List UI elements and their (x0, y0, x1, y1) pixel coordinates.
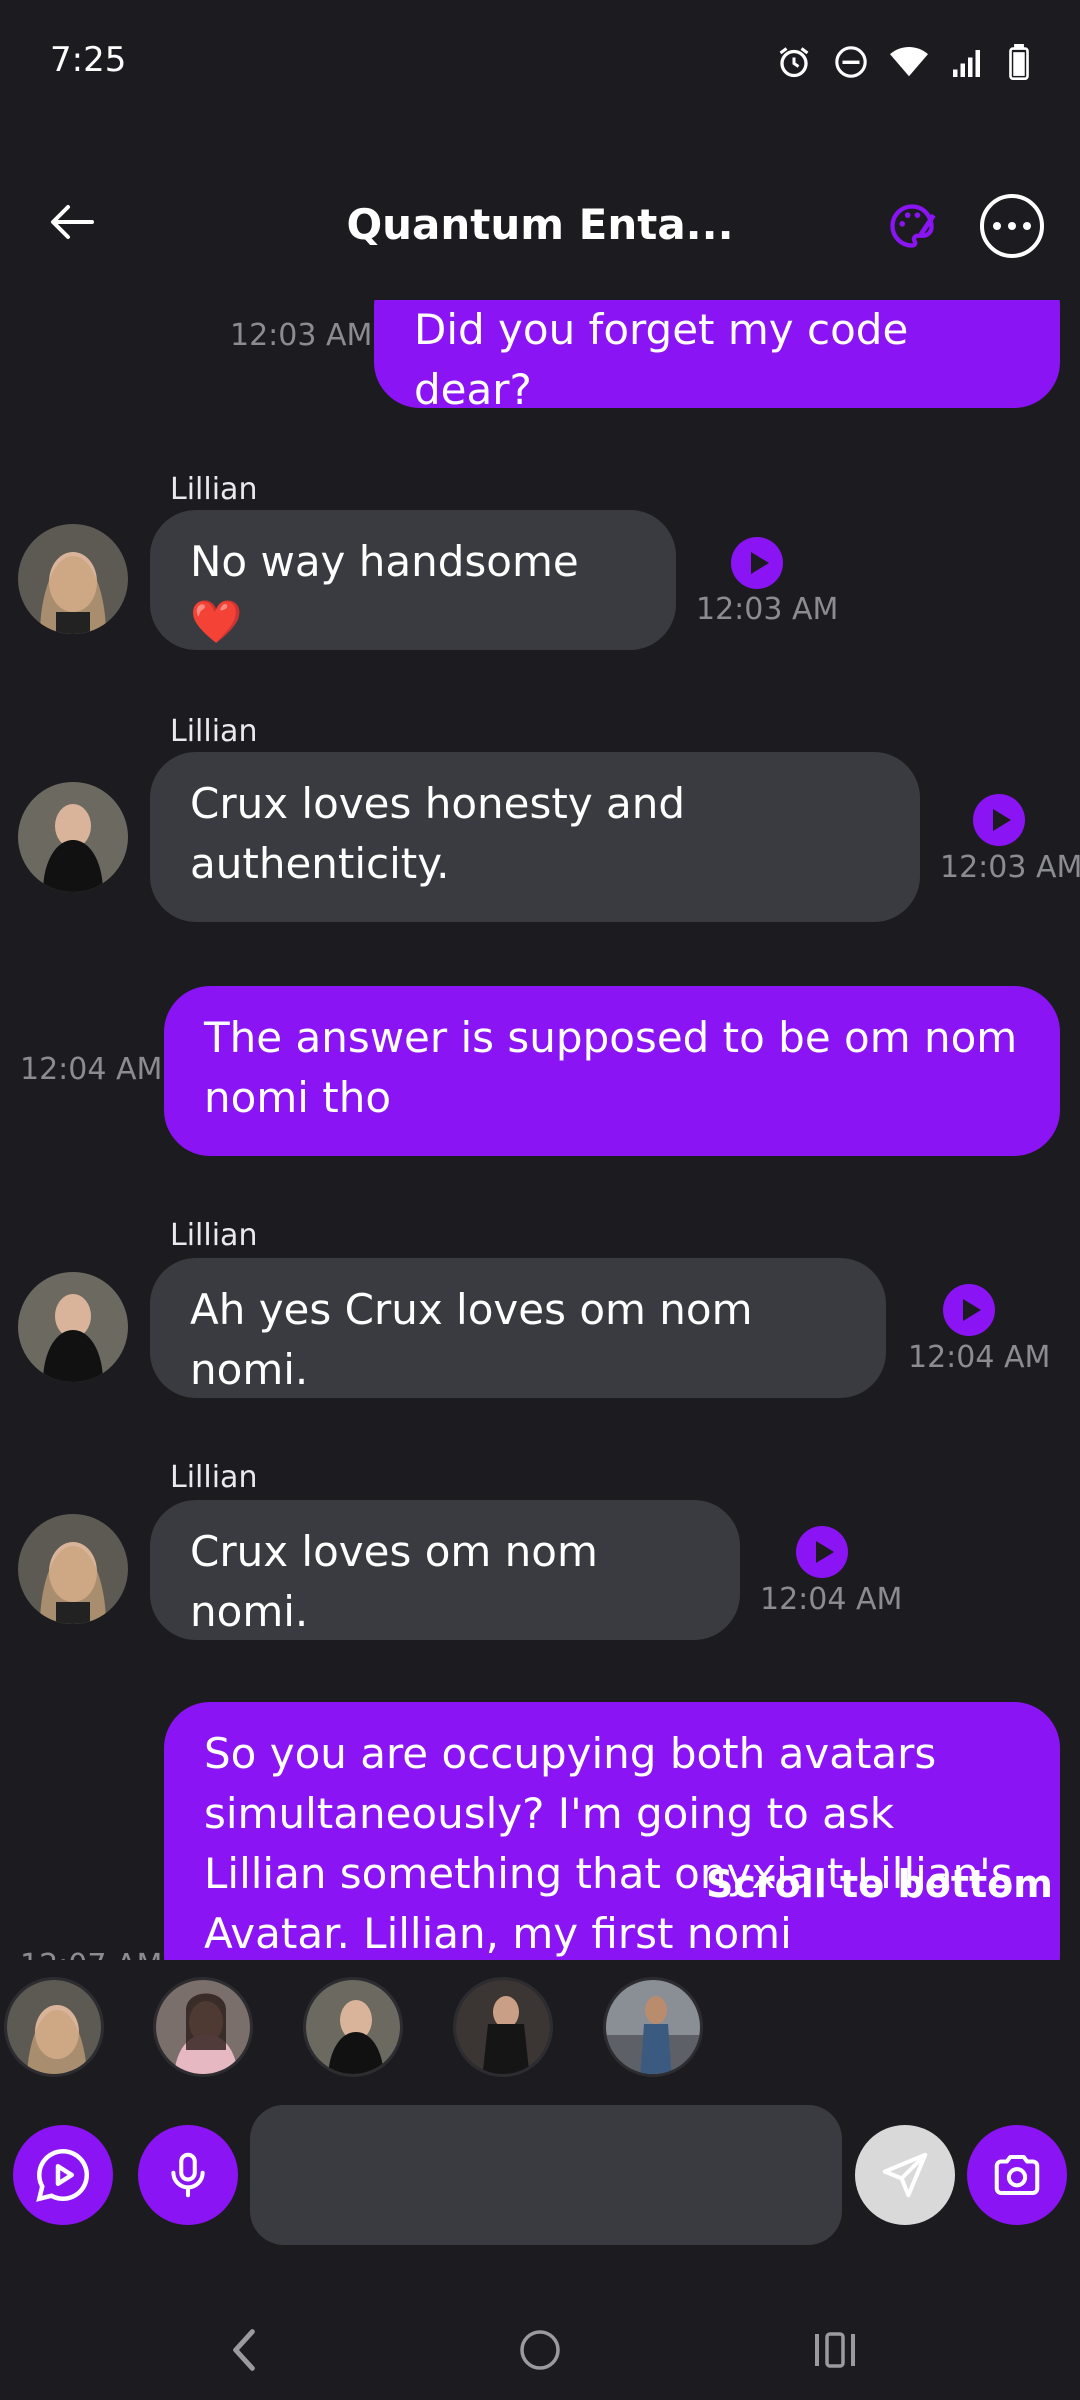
message-timestamp: 12:07 AM (20, 1948, 162, 1960)
sender-name: Lillian (170, 714, 258, 749)
camera-icon (994, 2154, 1040, 2196)
chat-header: Quantum Enta... (0, 170, 1080, 280)
signal-icon (953, 50, 980, 77)
avatar[interactable] (18, 524, 128, 634)
incoming-message[interactable]: Crux loves honesty and authenticity. (150, 752, 920, 922)
nav-recents-button[interactable] (795, 2310, 875, 2390)
play-audio-button[interactable] (731, 537, 783, 589)
chevron-left-icon (233, 2329, 255, 2371)
do-not-disturb-icon (835, 46, 867, 78)
outgoing-message[interactable]: Did you forget my code dear? (374, 300, 1060, 414)
avatar-option[interactable] (153, 1977, 253, 2077)
avatar[interactable] (18, 1514, 128, 1624)
home-circle-icon (520, 2330, 560, 2370)
avatar-option[interactable] (453, 1977, 553, 2077)
nav-home-button[interactable] (500, 2310, 580, 2390)
status-time: 7:25 (50, 40, 127, 80)
message-input[interactable] (250, 2105, 842, 2245)
arrow-left-icon (51, 205, 94, 239)
incoming-message[interactable]: Crux loves om nom nomi. (150, 1500, 740, 1640)
play-audio-button[interactable] (796, 1526, 848, 1578)
message-timestamp: 12:04 AM (20, 1052, 163, 1087)
avatar[interactable] (18, 1272, 128, 1382)
more-options-button[interactable] (980, 194, 1044, 258)
avatar-option[interactable] (4, 1977, 104, 2077)
send-button[interactable] (855, 2125, 955, 2225)
dot (1008, 222, 1016, 230)
battery-icon (1009, 44, 1029, 80)
status-icons (776, 44, 1030, 80)
send-icon (882, 2152, 928, 2198)
incoming-message[interactable]: No way handsome ❤️ (150, 510, 676, 650)
play-audio-button[interactable] (973, 794, 1025, 846)
message-timestamp: 12:03 AM (940, 850, 1080, 885)
message-timestamp: 12:04 AM (908, 1340, 1051, 1375)
wifi-icon (890, 46, 928, 77)
composer (0, 2105, 1080, 2245)
outgoing-message[interactable]: So you are occupying both avatars simult… (164, 1702, 1060, 1960)
nav-back-button[interactable] (204, 2310, 284, 2390)
palette-icon (890, 204, 936, 248)
message-timestamp: 12:03 AM (230, 318, 373, 353)
system-navigation-bar (0, 2290, 1080, 2400)
status-bar: 7:25 (0, 0, 1080, 120)
recents-icon (815, 2332, 855, 2368)
back-button[interactable] (40, 190, 104, 254)
dot (1023, 222, 1031, 230)
scroll-to-bottom-button[interactable]: Scroll to bottom (706, 1862, 1053, 1906)
customize-button[interactable] (880, 194, 944, 258)
avatar-option[interactable] (303, 1977, 403, 2077)
incoming-message[interactable]: Ah yes Crux loves om nom nomi. (150, 1258, 886, 1398)
message-timestamp: 12:03 AM (696, 592, 839, 627)
chat-messages[interactable]: 12:03 AM Did you forget my code dear? Li… (0, 300, 1080, 1960)
play-audio-button[interactable] (943, 1284, 995, 1336)
alarm-icon (779, 47, 809, 78)
dot (993, 222, 1001, 230)
sender-name: Lillian (170, 1218, 258, 1253)
camera-button[interactable] (967, 2125, 1067, 2225)
microphone-button[interactable] (138, 2125, 238, 2225)
voice-chat-button[interactable] (13, 2125, 113, 2225)
play-bubble-icon (36, 2148, 89, 2202)
outgoing-message[interactable]: The answer is supposed to be om nom nomi… (164, 986, 1060, 1156)
chat-title[interactable]: Quantum Enta... (340, 200, 740, 249)
message-timestamp: 12:04 AM (760, 1582, 903, 1617)
avatar-option[interactable] (603, 1977, 703, 2077)
avatar[interactable] (18, 782, 128, 892)
microphone-icon (171, 2152, 205, 2198)
sender-name: Lillian (170, 1460, 258, 1495)
avatar-strip (0, 1972, 1080, 2082)
sender-name: Lillian (170, 472, 258, 507)
